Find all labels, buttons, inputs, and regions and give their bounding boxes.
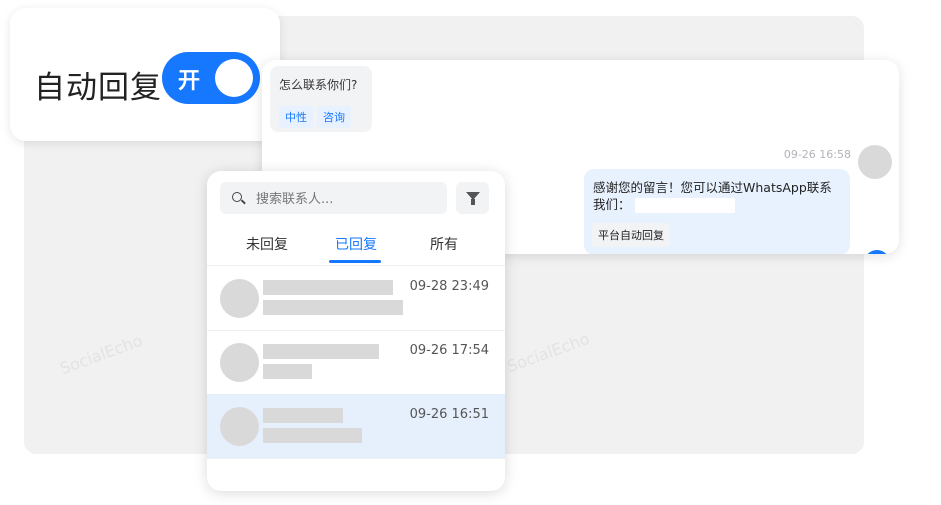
category-tag: 咨询 [317,106,351,128]
redacted-preview [263,364,312,379]
redacted-contact [634,198,735,213]
outgoing-message-bubble: 感谢您的留言！您可以通过WhatsApp联系我们： 平台自动回复 [584,169,850,254]
redacted-preview [263,300,403,315]
auto-reply-card: 自动回复 开 [10,8,280,141]
search-box [220,182,447,214]
avatar [220,343,259,382]
contact-tabs: 未回复 已回复 所有 [207,229,505,265]
tab-replied[interactable]: 已回复 [335,234,377,254]
outgoing-message-text: 感谢您的留言！您可以通过WhatsApp联系我们： [593,179,843,213]
toggle-state-label: 开 [178,69,201,94]
contact-row[interactable]: 09-28 23:49 [207,266,505,331]
redacted-name [263,408,343,423]
redacted-name [263,280,393,295]
contact-time: 09-28 23:49 [409,279,489,294]
search-icon [232,192,242,202]
incoming-message-bubble: 怎么联系你们? 中性 咨询 [270,66,372,132]
contacts-panel: 未回复 已回复 所有 09-28 23:49 09-26 17:54 09-26… [207,171,505,491]
contact-time: 09-26 16:51 [409,407,489,422]
platform-auto-reply-tag: 平台自动回复 [592,223,670,247]
contact-time: 09-26 17:54 [409,343,489,358]
contact-row[interactable]: 09-26 17:54 [207,330,505,395]
auto-reply-toggle[interactable]: 开 [162,52,260,104]
avatar [220,279,259,318]
active-tab-indicator [329,260,381,263]
filter-icon [466,192,480,205]
avatar [220,407,259,446]
agent-avatar [864,250,890,254]
filter-button[interactable] [456,182,489,214]
incoming-message-text: 怎么联系你们? [279,78,358,92]
search-input[interactable] [254,187,443,211]
avatar [858,145,892,179]
contact-row-selected[interactable]: 09-26 16:51 [207,394,505,459]
tab-all[interactable]: 所有 [430,234,458,254]
message-timestamp: 09-26 16:58 [783,148,851,161]
auto-reply-title: 自动回复 [34,70,162,106]
tab-unreplied[interactable]: 未回复 [246,234,288,254]
redacted-preview [263,428,362,443]
redacted-name [263,344,379,359]
sentiment-tag: 中性 [279,106,313,128]
toggle-knob [215,59,253,97]
